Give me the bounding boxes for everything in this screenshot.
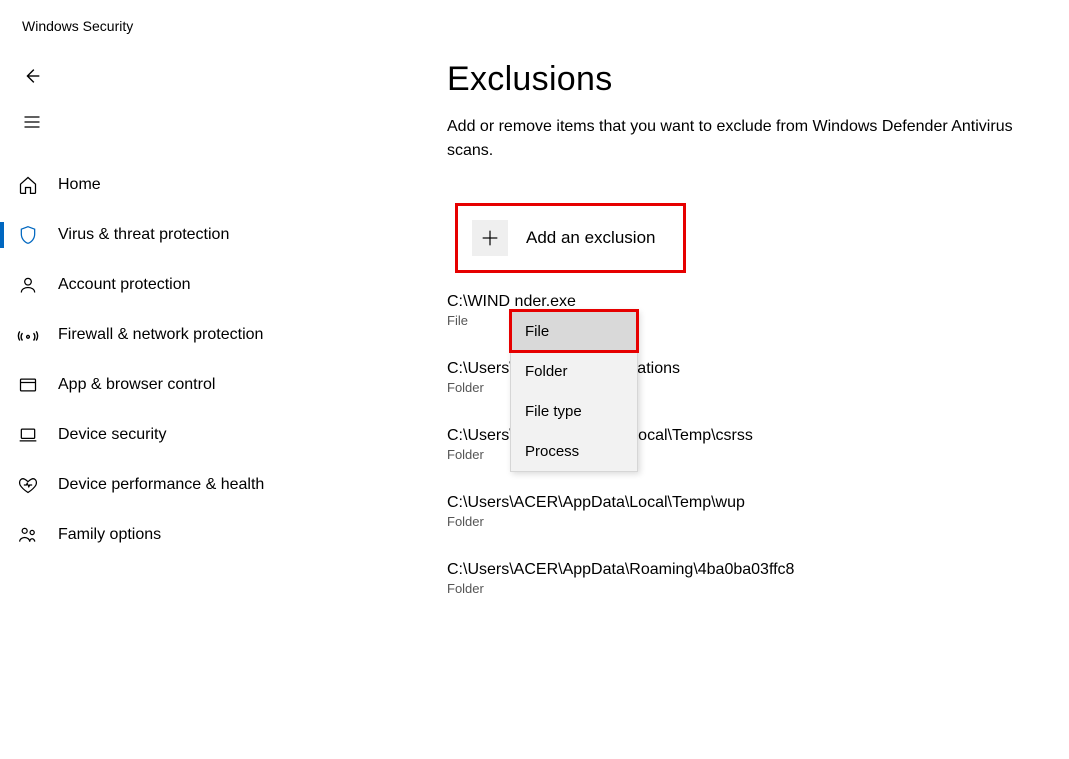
- dropdown-item-file[interactable]: File: [511, 311, 637, 351]
- back-button[interactable]: [12, 56, 52, 96]
- nav-item-family[interactable]: Family options: [0, 510, 370, 560]
- family-icon: [14, 521, 42, 549]
- exclusion-path: C:\WIND nder.exe: [447, 293, 1049, 311]
- nav-item-home[interactable]: Home: [0, 160, 370, 210]
- plus-icon: [472, 220, 508, 256]
- nav-item-performance[interactable]: Device performance & health: [0, 460, 370, 510]
- dropdown-item-process[interactable]: Process: [511, 431, 637, 471]
- nav-label: Account protection: [58, 276, 191, 294]
- nav-label: Virus & threat protection: [58, 226, 229, 244]
- wifi-icon: [14, 321, 42, 349]
- arrow-left-icon: [21, 65, 43, 87]
- person-icon: [14, 271, 42, 299]
- exclusion-path: C:\Users\ACER\AppData\Local\Temp\wup: [447, 494, 1049, 512]
- nav-label: Firewall & network protection: [58, 326, 263, 344]
- dropdown-item-folder[interactable]: Folder: [511, 351, 637, 391]
- nav-item-firewall[interactable]: Firewall & network protection: [0, 310, 370, 360]
- exclusion-type: Folder: [447, 514, 1049, 529]
- exclusion-type-dropdown: File Folder File type Process: [510, 310, 638, 472]
- add-exclusion-button[interactable]: Add an exclusion: [455, 203, 686, 273]
- home-icon: [14, 171, 42, 199]
- exclusion-type: Folder: [447, 581, 1049, 596]
- dropdown-item-filetype[interactable]: File type: [511, 391, 637, 431]
- page-title: Exclusions: [447, 60, 1049, 99]
- nav-label: Home: [58, 176, 101, 194]
- heart-icon: [14, 471, 42, 499]
- nav-label: App & browser control: [58, 376, 215, 394]
- page-description: Add or remove items that you want to exc…: [447, 115, 1049, 163]
- shield-icon: [14, 221, 42, 249]
- app-title: Windows Security: [0, 0, 1069, 34]
- nav-item-device-security[interactable]: Device security: [0, 410, 370, 460]
- exclusion-path: C:\Users\ACER\AppData\Roaming\4ba0ba03ff…: [447, 561, 1049, 579]
- nav-list: Home Virus & threat protection Account p…: [0, 160, 370, 560]
- sidebar: Home Virus & threat protection Account p…: [0, 40, 370, 759]
- hamburger-button[interactable]: [12, 102, 52, 142]
- exclusion-item[interactable]: C:\Users\ACER\AppData\Local\Temp\wup Fol…: [447, 494, 1049, 529]
- nav-item-virus[interactable]: Virus & threat protection: [0, 210, 370, 260]
- nav-label: Family options: [58, 526, 161, 544]
- hamburger-icon: [22, 112, 42, 132]
- laptop-icon: [14, 421, 42, 449]
- exclusion-item[interactable]: C:\Users\ACER\AppData\Roaming\4ba0ba03ff…: [447, 561, 1049, 596]
- add-exclusion-label: Add an exclusion: [526, 228, 655, 248]
- nav-item-account[interactable]: Account protection: [0, 260, 370, 310]
- nav-label: Device security: [58, 426, 166, 444]
- browser-icon: [14, 371, 42, 399]
- nav-label: Device performance & health: [58, 476, 264, 494]
- nav-item-app-browser[interactable]: App & browser control: [0, 360, 370, 410]
